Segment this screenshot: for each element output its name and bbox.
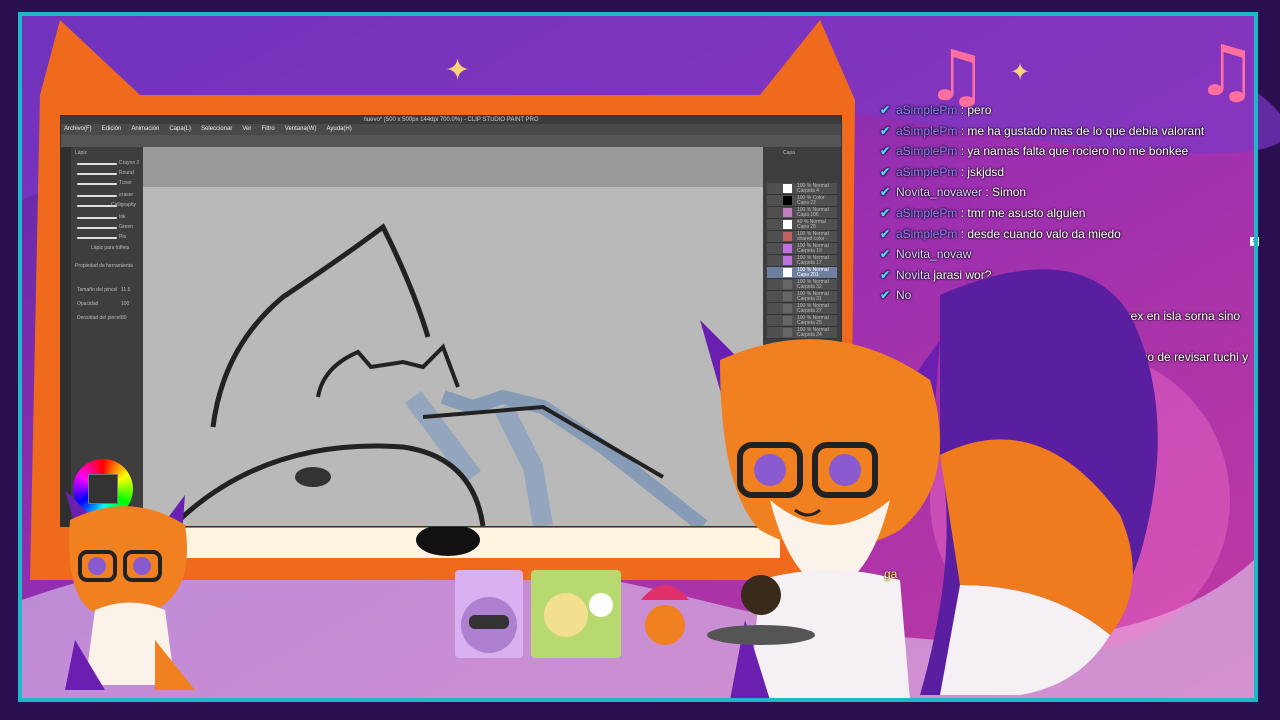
- brush-panel: Lápiz Crayon 2 Round Tuner eraser Callig…: [61, 147, 143, 526]
- moderator-badge-icon: ✔: [880, 103, 891, 117]
- chat-message: ✔ aSimplePm : me ha gustado mas de lo que…: [880, 121, 1250, 142]
- menu-edicion[interactable]: Edición: [102, 124, 122, 135]
- menu-animacion[interactable]: Animación: [131, 124, 159, 135]
- menu-ver[interactable]: Ver: [242, 124, 251, 135]
- brush-name[interactable]: Green: [119, 224, 133, 230]
- brush-name[interactable]: Crayon 2: [119, 160, 139, 166]
- svg-text:✦: ✦: [445, 53, 470, 88]
- brush-name[interactable]: Lápiz para fuffets: [91, 245, 129, 251]
- menu-filtro[interactable]: Filtro: [261, 124, 274, 135]
- property-value[interactable]: 80: [121, 315, 127, 321]
- menu-archivo[interactable]: Archivo(F): [64, 124, 92, 135]
- chat-message: ✔ aSimplePm : jskjdsd: [880, 162, 1250, 183]
- layer-row[interactable]: 100 % Normal Carpeta 19: [767, 243, 837, 255]
- moderator-badge-icon: ✔: [880, 226, 891, 241]
- brush-stroke[interactable]: [77, 163, 117, 165]
- layer-row[interactable]: 100 % Normal Carpeta 27: [767, 303, 837, 315]
- chat-text: : me ha gustado mas de lo que debia valo…: [960, 123, 1205, 138]
- close-icon[interactable]: ✕: [1250, 237, 1259, 246]
- brush-name[interactable]: Round: [119, 170, 134, 176]
- emote-deer: [455, 570, 523, 658]
- chat-username[interactable]: aSimplePm: [896, 124, 957, 138]
- brush-stroke[interactable]: [77, 195, 117, 197]
- layer-row-selected[interactable]: 100 % Normal Capa 201: [767, 267, 837, 279]
- emote-fox-sign: [531, 570, 621, 658]
- property-value[interactable]: 11.5: [121, 287, 130, 293]
- layer-row[interactable]: 100 % Normal Capa 106: [767, 207, 837, 219]
- menu-ayuda[interactable]: Ayuda(H): [326, 124, 351, 135]
- brush-stroke[interactable]: [77, 217, 117, 219]
- chat-text: : pero: [960, 103, 992, 117]
- tool-strip[interactable]: [61, 147, 71, 526]
- chat-message: ✔ aSimplePm : desde cuando valo da miedo: [880, 224, 1250, 245]
- brush-stroke[interactable]: [77, 227, 117, 229]
- chat-username[interactable]: aSimplePm: [896, 144, 957, 158]
- layer-row[interactable]: 100 % Normal Carpeta 4: [767, 183, 837, 195]
- chat-username[interactable]: Novita_novawer: [896, 185, 982, 199]
- layers-panel-title: Capa: [783, 150, 795, 156]
- layer-row[interactable]: 100 % Normal Carpeta 17: [767, 255, 837, 267]
- moderator-badge-icon: ✔: [880, 164, 891, 179]
- layer-row[interactable]: 100 % Normal Carpeta 31: [767, 291, 837, 303]
- chat-username[interactable]: aSimplePm: [896, 165, 957, 179]
- brush-name[interactable]: Tuner: [119, 180, 132, 186]
- chat-text: : tmr me asusto alguien: [960, 205, 1086, 220]
- brush-name[interactable]: Calligraphy: [111, 202, 136, 208]
- chat-fragment: ga: [884, 567, 898, 581]
- property-label: Opacidad: [77, 301, 99, 307]
- menu-seleccionar[interactable]: Seleccionar: [201, 124, 232, 135]
- sketch-drawing: [143, 147, 763, 526]
- chat-text: : ya namas falta que rociero no me bonke…: [960, 144, 1189, 159]
- property-value[interactable]: 100: [121, 301, 129, 307]
- layer-row[interactable]: 40 % Normal Capa 28: [767, 219, 837, 231]
- chat-message: ✔ aSimplePm : tmr me asusto alguien: [880, 203, 1250, 224]
- chat-message: ✔ aSimplePm : ya namas falta que rociero …: [880, 141, 1250, 162]
- moderator-badge-icon: ✔: [880, 123, 891, 138]
- window-title: nuevo* (500 x 500px 144dpi 700.0%) - CLI…: [61, 116, 841, 124]
- chat-text: : desde cuando valo da miedo: [960, 226, 1121, 241]
- brush-stroke[interactable]: [77, 183, 117, 185]
- chat-text: : jskjdsd: [960, 164, 1005, 179]
- tool-property-title: Propiedad de herramienta: [75, 263, 133, 269]
- chat-message: ✔ Novita_novawer : Simon: [880, 182, 1250, 203]
- layer-row[interactable]: 100 % Normal Carpeta 32: [767, 279, 837, 291]
- menu-bar: Archivo(F) Edición Animación Capa(L) Sel…: [61, 124, 841, 135]
- drawing-canvas[interactable]: [143, 147, 763, 526]
- menu-ventana[interactable]: Ventana(W): [285, 124, 317, 135]
- brush-panel-title: Lápiz: [75, 150, 87, 156]
- brush-name[interactable]: eraser: [119, 192, 133, 198]
- brush-name[interactable]: Pin: [119, 234, 126, 240]
- brush-stroke[interactable]: [77, 237, 117, 239]
- layer-row[interactable]: 100 % Color Capa 22: [767, 195, 837, 207]
- chat-username[interactable]: aSimplePm: [896, 103, 957, 117]
- property-label: Tamaño del pincel: [77, 287, 118, 293]
- menu-capa[interactable]: Capa(L): [169, 124, 191, 135]
- chat-text: : Simon: [985, 185, 1027, 200]
- chat-username[interactable]: aSimplePm: [896, 227, 957, 241]
- emote-mushroom: [636, 570, 694, 658]
- property-label: Densidad del pincel: [77, 315, 121, 321]
- chat-message: ✔ aSimplePm : pero: [880, 100, 1250, 121]
- chat-username[interactable]: aSimplePm: [896, 206, 957, 220]
- emote-ufo: [705, 570, 817, 658]
- moderator-badge-icon: ✔: [880, 144, 891, 159]
- small-avatar: [65, 490, 195, 690]
- moderator-badge-icon: ✔: [880, 205, 891, 220]
- brush-name[interactable]: Ink: [119, 214, 126, 220]
- moderator-badge-icon: ✔: [880, 185, 891, 200]
- svg-text:✦: ✦: [1010, 58, 1030, 86]
- layer-row[interactable]: 100 % Normalshared color - stable: [767, 231, 837, 248]
- brush-stroke[interactable]: [77, 173, 117, 175]
- toolbar[interactable]: [61, 135, 841, 147]
